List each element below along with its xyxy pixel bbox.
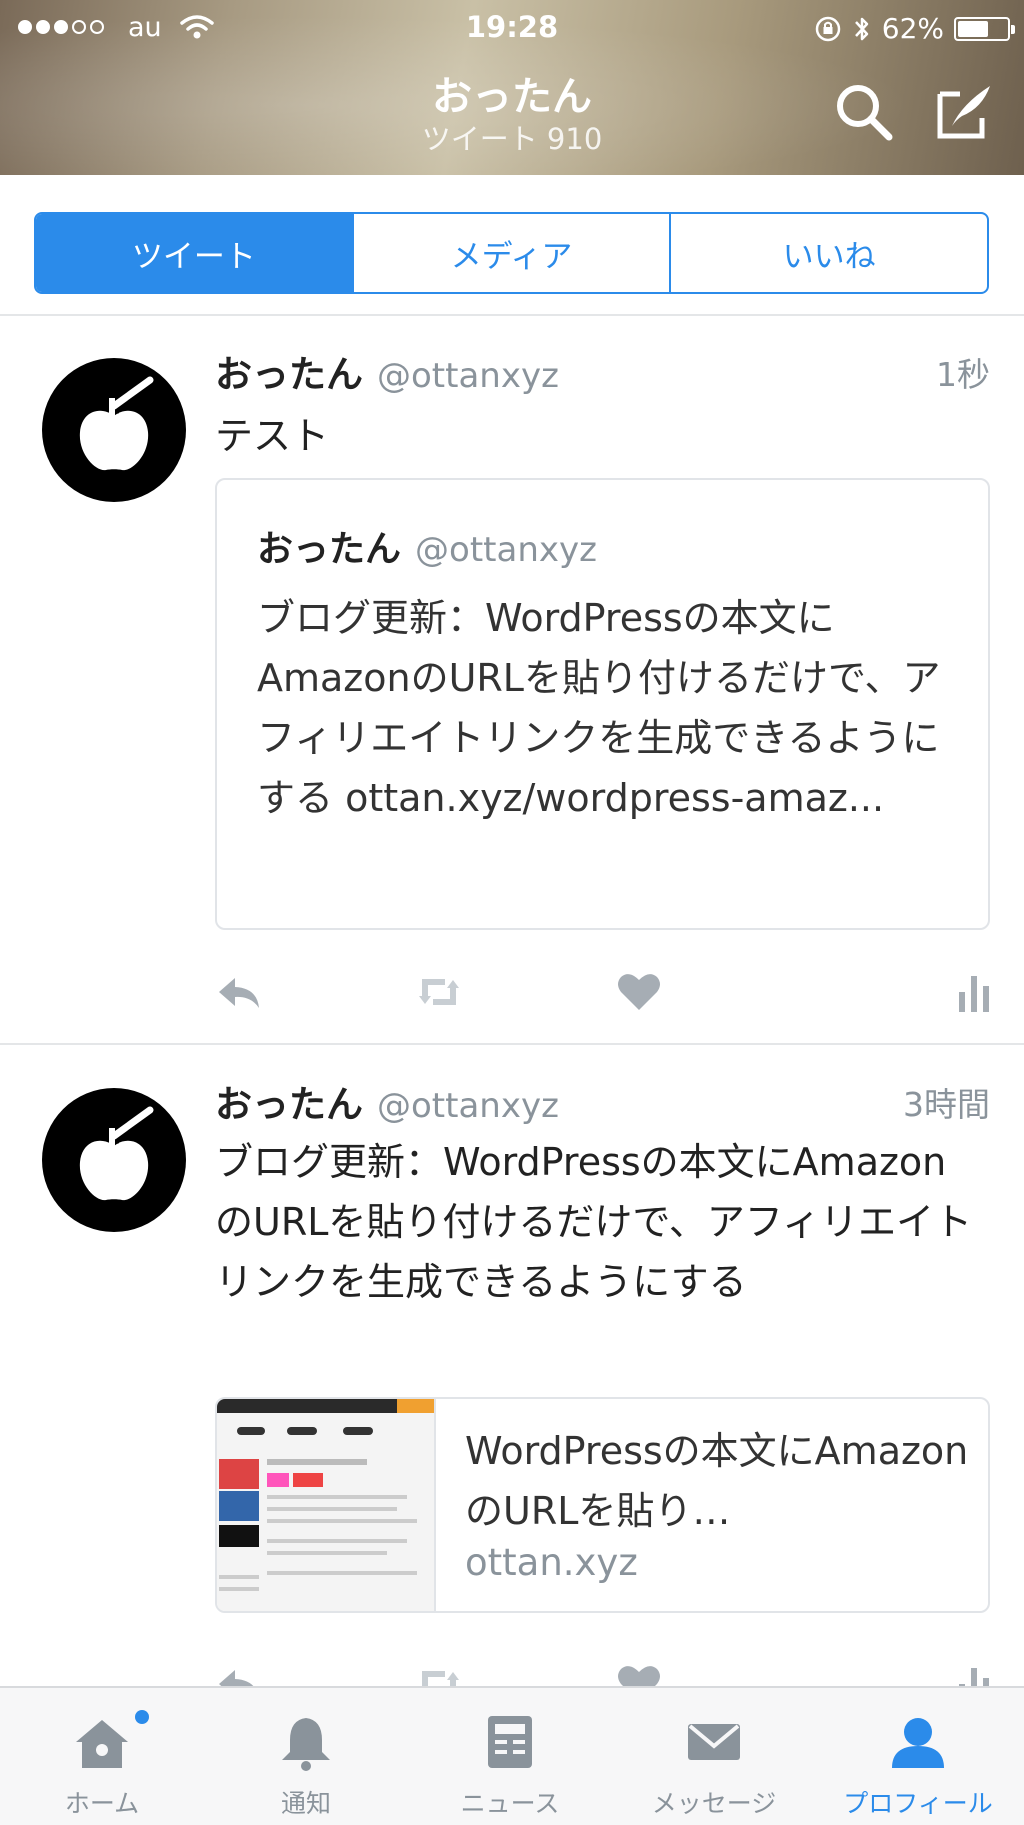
tab-home-label: ホーム — [64, 1789, 140, 1818]
apple-logo-icon — [79, 1106, 160, 1201]
tab-news[interactable]: ニュース — [408, 1688, 612, 1825]
tweet-actions — [215, 968, 990, 1018]
link-card-thumbnail — [217, 1399, 436, 1611]
battery-percent: 62% — [881, 12, 944, 45]
author-handle: @ottanxyz — [377, 1086, 559, 1126]
quoted-text: ブログ更新：WordPressの本文にAmazonのURLを貼り付けるだけで、ア… — [257, 596, 941, 820]
status-bar: au 19:28 62% — [0, 0, 1024, 56]
tab-messages-label: メッセージ — [651, 1789, 777, 1818]
retweet-button[interactable] — [415, 968, 463, 1016]
tab-media[interactable]: メディア — [351, 214, 670, 292]
tab-tweets[interactable]: ツイート — [36, 214, 352, 292]
bell-icon — [282, 1718, 330, 1771]
avatar[interactable] — [42, 358, 186, 502]
analytics-button[interactable] — [955, 968, 1003, 1016]
quoted-handle: @ottanxyz — [415, 530, 597, 570]
tab-notifications-label: 通知 — [280, 1789, 331, 1818]
divider — [0, 314, 1024, 316]
profile-tabs: ツイート メディア いいね — [34, 212, 989, 294]
quoted-author: おったん @ottanxyz — [257, 520, 597, 572]
notification-dot — [135, 1710, 149, 1724]
retweet-icon — [419, 979, 459, 1005]
reply-button[interactable] — [215, 968, 263, 1016]
profile-icon — [892, 1718, 944, 1768]
tab-home[interactable]: ホーム — [0, 1688, 204, 1825]
author-handle: @ottanxyz — [377, 356, 559, 396]
author-name: おったん @ottanxyz — [215, 1074, 559, 1128]
analytics-icon — [959, 976, 989, 1012]
tab-news-label: ニュース — [460, 1789, 560, 1818]
tab-notifications[interactable]: 通知 — [204, 1688, 408, 1825]
tab-profile-label: プロフィール — [843, 1789, 993, 1818]
home-icon — [76, 1720, 128, 1768]
link-card-domain: ottan.xyz — [465, 1541, 638, 1584]
author-display-name: おったん — [215, 1083, 363, 1126]
author-display-name: おったん — [215, 353, 363, 396]
divider — [0, 1043, 1024, 1045]
like-button[interactable] — [615, 968, 663, 1016]
tweet-timestamp: 3時間 — [903, 1085, 990, 1124]
tab-bar: ホーム 通知 ニュース メッセージ プロフィール — [0, 1686, 1024, 1825]
news-icon — [488, 1716, 532, 1768]
orientation-lock-icon — [815, 16, 841, 41]
battery-icon — [954, 16, 1015, 41]
reply-icon — [219, 978, 259, 1008]
profile-header: au 19:28 62% おったん ツイート 910 — [0, 0, 1024, 175]
message-icon — [688, 1724, 740, 1760]
search-icon — [837, 85, 893, 141]
bluetooth-icon — [854, 17, 869, 40]
tab-likes[interactable]: いいね — [669, 214, 987, 292]
avatar[interactable] — [42, 1088, 186, 1232]
link-card[interactable]: WordPressの本文にAmazonのURLを貼り… ottan.xyz — [215, 1397, 990, 1613]
quoted-tweet[interactable]: おったん @ottanxyz ブログ更新：WordPressの本文にAmazonの… — [215, 478, 990, 930]
compose-icon — [937, 86, 990, 139]
tweet-text: テスト — [215, 414, 330, 458]
heart-icon — [618, 974, 660, 1010]
compose-button[interactable] — [932, 80, 1002, 150]
tab-profile[interactable]: プロフィール — [816, 1688, 1020, 1825]
tweet-text: ブログ更新：WordPressの本文にAmazonのURLを貼り付けるだけで、ア… — [215, 1140, 973, 1304]
tab-messages[interactable]: メッセージ — [612, 1688, 816, 1825]
apple-logo-icon — [79, 376, 160, 471]
search-button[interactable] — [832, 80, 902, 150]
author-name: おったん @ottanxyz — [215, 344, 559, 398]
link-card-title: WordPressの本文にAmazonのURLを貼り… — [465, 1429, 969, 1533]
quoted-display-name: おったん — [257, 529, 402, 570]
tweet-timestamp: 1秒 — [936, 355, 990, 394]
